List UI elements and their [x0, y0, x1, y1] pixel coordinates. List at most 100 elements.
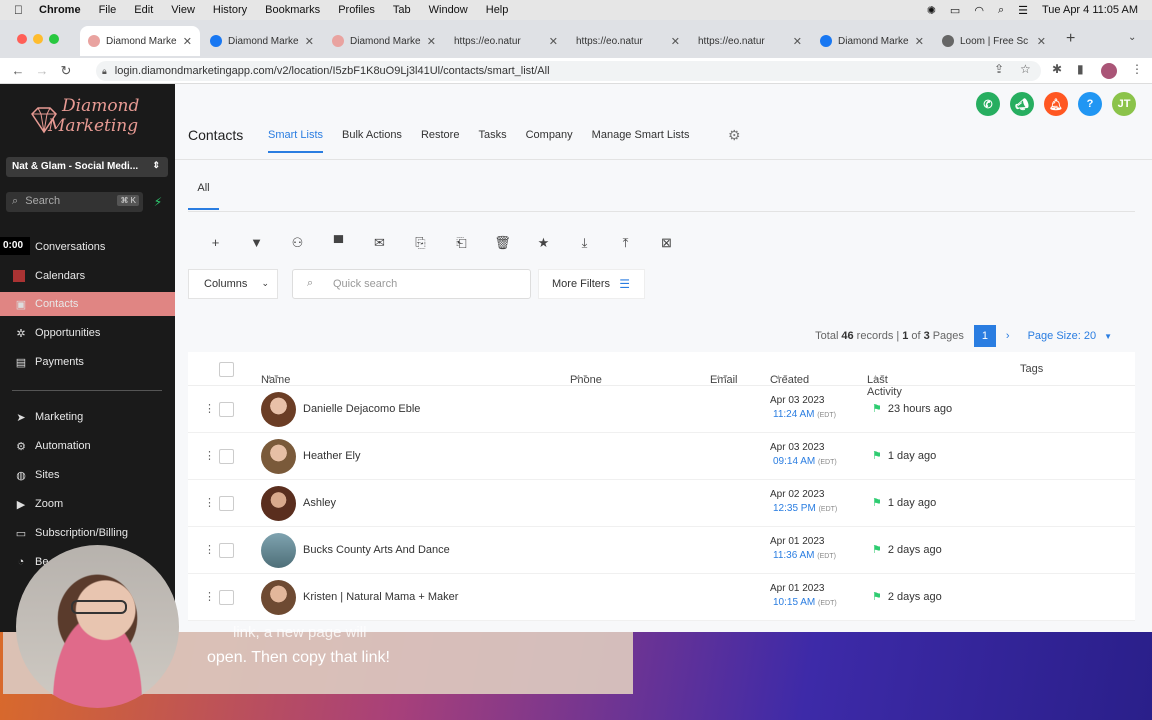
contact-name[interactable]: Danielle Dejacomo Eble [303, 403, 420, 415]
megaphone-icon[interactable]: 📣︎ [1010, 92, 1034, 116]
menu-file[interactable]: File [99, 4, 117, 16]
back-icon[interactable]: ← [6, 63, 30, 78]
browser-tab[interactable]: https://eo.natur ✕ [690, 26, 810, 56]
row-checkbox[interactable] [219, 496, 234, 511]
profile-avatar[interactable] [1101, 63, 1117, 79]
add-tag-icon[interactable]: ⎘ [400, 232, 441, 254]
browser-tab[interactable]: Diamond Marke ✕ [324, 26, 444, 56]
more-filters-button[interactable]: More Filters ☰ [538, 269, 645, 299]
browser-tab[interactable]: Diamond Marke ✕ [80, 26, 200, 56]
tab-manage-smart-lists[interactable]: Manage Smart Lists [592, 129, 690, 153]
sidebar-item-sites[interactable]: ◍ Sites [0, 463, 175, 487]
menubar-clock[interactable]: Tue Apr 4 11:05 AM [1042, 4, 1138, 16]
tab-search-chevron-icon[interactable]: ⌄ [1128, 32, 1136, 43]
sidebar-item-opportunities[interactable]: ✲ Opportunities [0, 321, 175, 345]
chrome-menu-icon[interactable]: ⋮ [1131, 62, 1143, 76]
table-row[interactable]: ⋮ Heather Ely Apr 03 2023 09:14 AM (EDT)… [188, 433, 1135, 480]
row-checkbox[interactable] [219, 402, 234, 417]
lock-icon[interactable]: 🔒︎ [102, 66, 107, 77]
row-checkbox[interactable] [219, 449, 234, 464]
settings-gear-icon[interactable]: ⚙︎ [728, 127, 741, 144]
menu-history[interactable]: History [213, 4, 247, 16]
contact-name[interactable]: Heather Ely [303, 450, 360, 462]
share-icon[interactable]: ⇪ [994, 62, 1004, 76]
phone-icon[interactable]: ✆ [976, 92, 1000, 116]
select-all-checkbox[interactable] [219, 362, 234, 377]
sidebar-search[interactable]: ⌕ Search ⌘ K [6, 192, 143, 212]
close-tab-icon[interactable]: ✕ [793, 35, 802, 48]
menu-window[interactable]: Window [429, 4, 468, 16]
tab-bulk-actions[interactable]: Bulk Actions [342, 129, 402, 153]
sidebar-item-calendars[interactable]: Calendars [0, 264, 175, 288]
close-tab-icon[interactable]: ✕ [427, 35, 436, 48]
extensions-icon[interactable]: ✱ [1052, 62, 1062, 76]
menu-tab[interactable]: Tab [393, 4, 411, 16]
row-menu-icon[interactable]: ⋮ [204, 543, 215, 556]
tab-smart-lists[interactable]: Smart Lists [268, 129, 324, 153]
menu-view[interactable]: View [171, 4, 195, 16]
browser-tab[interactable]: https://eo.natur ✕ [568, 26, 688, 56]
sidebar-item-automation[interactable]: ⚙︎ Automation [0, 434, 175, 458]
sidebar-item-subscription-billing[interactable]: ▭ Subscription/Billing [0, 521, 175, 545]
remove-tag-icon[interactable]: ⎗ [441, 232, 482, 254]
table-row[interactable]: ⋮ Danielle Dejacomo Eble Apr 03 2023 11:… [188, 386, 1135, 433]
row-checkbox[interactable] [219, 543, 234, 558]
bookmark-star-icon[interactable]: ☆ [1020, 62, 1031, 76]
browser-tab[interactable]: Diamond Marke ✕ [812, 26, 932, 56]
battery-icon[interactable]: ▭ [950, 4, 960, 17]
table-row[interactable]: ⋮ Ashley Apr 02 2023 12:35 PM (EDT) ⚑ 1 d… [188, 480, 1135, 527]
quick-actions-bolt-icon[interactable]: ⚡︎ [148, 192, 168, 212]
tab-tasks[interactable]: Tasks [478, 129, 506, 153]
spotlight-icon[interactable]: ⌕ [998, 4, 1004, 17]
merge-icon[interactable]: ⊠ [646, 232, 687, 254]
row-menu-icon[interactable]: ⋮ [204, 402, 215, 415]
menu-bookmarks[interactable]: Bookmarks [265, 4, 320, 16]
close-window-icon[interactable] [17, 34, 27, 44]
sidebar-item-contacts[interactable]: ▣ Contacts [0, 292, 175, 316]
import-icon[interactable]: ⤓ [564, 232, 605, 254]
review-star-icon[interactable]: ★ [523, 232, 564, 254]
menubar-app-name[interactable]: Chrome [39, 4, 81, 16]
send-sms-icon[interactable]: ▀ [318, 232, 359, 254]
export-icon[interactable]: ⤒ [605, 232, 646, 254]
wifi-icon[interactable]: ◠ [974, 4, 984, 17]
tab-restore[interactable]: Restore [421, 129, 460, 153]
caret-down-icon[interactable]: ▼ [1104, 332, 1112, 341]
close-tab-icon[interactable]: ✕ [183, 35, 192, 48]
row-menu-icon[interactable]: ⋮ [204, 449, 215, 462]
forward-icon[interactable]: → [30, 63, 54, 78]
row-checkbox[interactable] [219, 590, 234, 605]
contact-name[interactable]: Kristen | Natural Mama + Maker [303, 591, 458, 603]
brightness-icon[interactable]: ✺ [927, 4, 936, 17]
send-email-icon[interactable]: ✉ [359, 232, 400, 254]
page-1-button[interactable]: 1 [973, 325, 996, 347]
menu-profiles[interactable]: Profiles [338, 4, 375, 16]
sidebar-item-zoom[interactable]: ▶︎ Zoom [0, 492, 175, 516]
close-tab-icon[interactable]: ✕ [1037, 35, 1046, 48]
side-panel-icon[interactable]: ▮ [1077, 62, 1084, 76]
browser-tab[interactable]: Diamond Marke ✕ [202, 26, 322, 56]
close-tab-icon[interactable]: ✕ [915, 35, 924, 48]
contact-name[interactable]: Bucks County Arts And Dance [303, 544, 450, 556]
location-switcher[interactable]: Nat & Glam - Social Medi... ⇕ [6, 157, 168, 177]
apple-icon[interactable]:  [14, 3, 23, 17]
maximize-window-icon[interactable] [49, 34, 59, 44]
quick-search-input[interactable]: ⌕ Quick search [292, 269, 531, 299]
help-icon[interactable]: ? [1078, 92, 1102, 116]
next-page-icon[interactable]: › [1006, 330, 1010, 342]
diamond-marketing-logo[interactable]: Diamond Marketing [28, 96, 148, 144]
smart-list-tab-all[interactable]: All [188, 182, 219, 210]
sidebar-item-marketing[interactable]: ➤ Marketing [0, 405, 175, 429]
browser-tab[interactable]: Loom | Free Sc ✕ [934, 26, 1054, 56]
minimize-window-icon[interactable] [33, 34, 43, 44]
close-tab-icon[interactable]: ✕ [671, 35, 680, 48]
close-tab-icon[interactable]: ✕ [305, 35, 314, 48]
filter-icon[interactable]: ▼ [236, 232, 277, 254]
workflow-robot-icon[interactable]: ⚇ [277, 232, 318, 254]
add-contact-icon[interactable]: + [195, 232, 236, 254]
control-center-icon[interactable]: ☰ [1018, 4, 1028, 17]
table-row[interactable]: ⋮ Kristen | Natural Mama + Maker Apr 01 … [188, 574, 1135, 621]
columns-dropdown[interactable]: Columns ⌄ [188, 269, 278, 299]
url-field[interactable]: 🔒︎ login.diamondmarketingapp.com/v2/loca… [96, 61, 1041, 81]
page-size-select[interactable]: Page Size: 20 [1028, 330, 1097, 342]
